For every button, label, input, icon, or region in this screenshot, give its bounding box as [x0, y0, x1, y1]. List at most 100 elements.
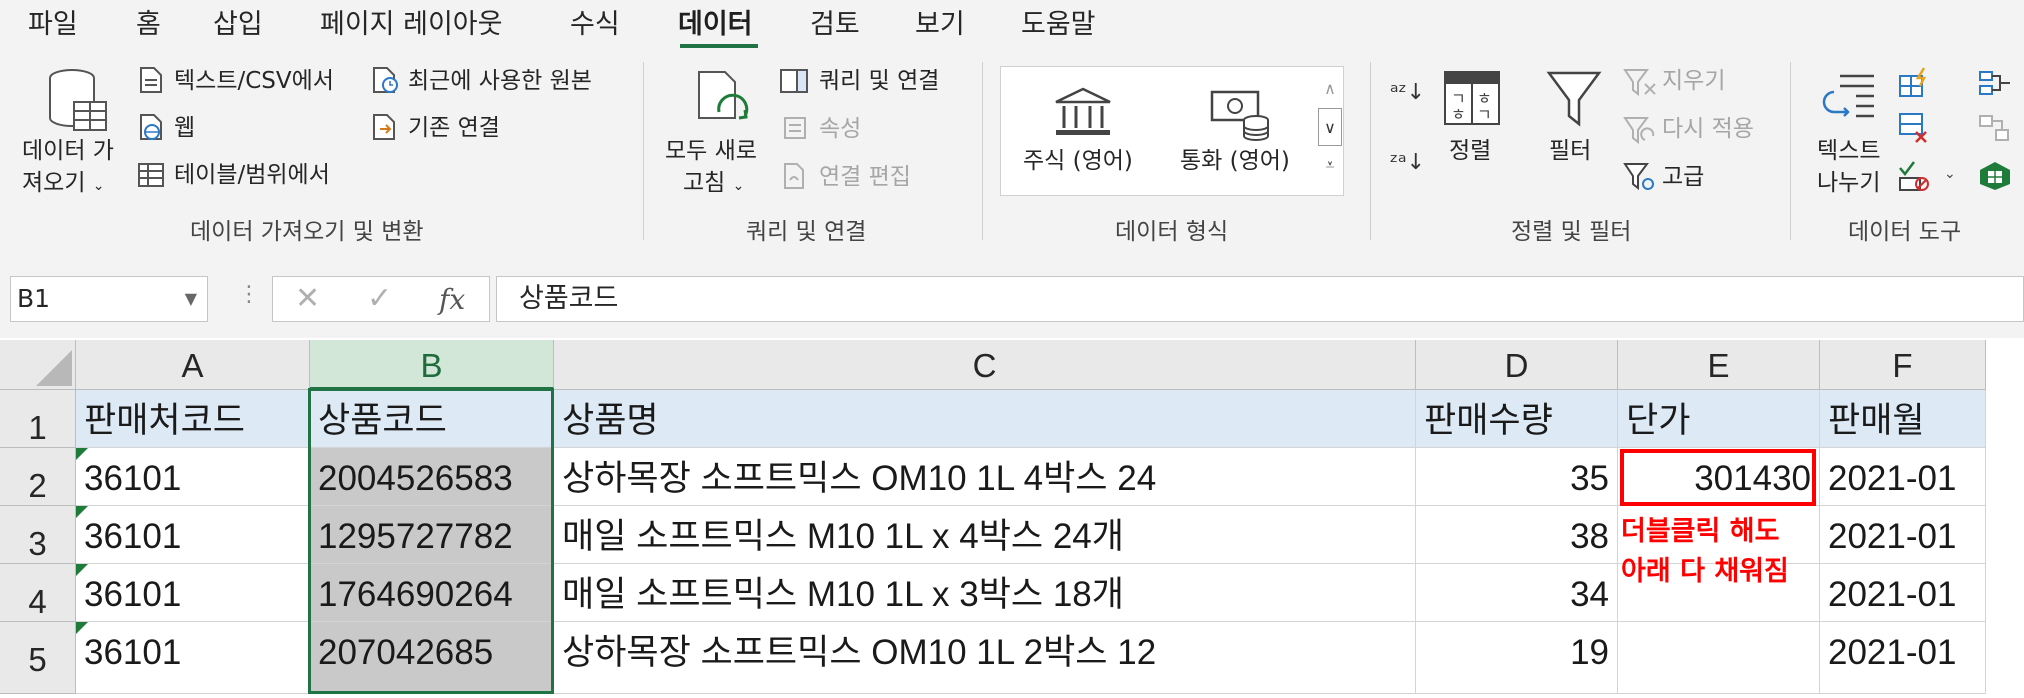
group-separator [982, 62, 983, 240]
group-label-queries: 쿼리 및 연결 [746, 219, 867, 245]
row-header-2[interactable]: 2 [0, 448, 76, 506]
formula-bar-grip-icon[interactable]: ⋮ [238, 282, 260, 307]
cell-d2[interactable]: 35 [1416, 448, 1618, 506]
cell-a2[interactable]: 36101 [76, 448, 310, 506]
group-label-sort-filter: 정렬 및 필터 [1511, 219, 1632, 245]
from-text-csv-label: 텍스트/CSV에서 [174, 68, 334, 94]
group-separator [643, 62, 644, 240]
text-file-icon [140, 67, 162, 93]
cell-b2[interactable]: 2004526583 [310, 448, 554, 506]
error-indicator-icon [76, 564, 88, 576]
cell-a5[interactable]: 36101 [76, 622, 310, 694]
group-label-data-tools: 데이터 도구 [1848, 219, 1962, 245]
gallery-down-button[interactable]: ∨ [1318, 108, 1342, 146]
gallery-more-button[interactable]: ⩡ [1318, 146, 1342, 184]
tab-data[interactable]: 데이터 [678, 8, 753, 42]
edit-links-label: 연결 편집 [819, 164, 911, 190]
tab-page-layout[interactable]: 페이지 레이아웃 [320, 8, 502, 42]
cell-c3[interactable]: 매일 소프트믹스 M10 1L x 4박스 24개 [554, 506, 1416, 564]
currencies-label: 통화 (영어) [1180, 148, 1290, 174]
queries-connections-label: 쿼리 및 연결 [819, 68, 940, 94]
data-validation-icon [1899, 161, 1929, 191]
cancel-icon[interactable]: ✕ [295, 281, 320, 316]
insert-function-button[interactable]: fx [439, 283, 465, 316]
clear-filter-icon [1623, 69, 1656, 97]
tab-insert[interactable]: 삽입 [213, 8, 263, 42]
cell-a3[interactable]: 36101 [76, 506, 310, 564]
cell-f2[interactable]: 2021-01 [1820, 448, 1986, 506]
tab-view[interactable]: 보기 [915, 8, 965, 42]
select-all-corner[interactable] [0, 340, 76, 390]
bank-icon [1055, 87, 1111, 135]
formula-buttons: ✕ ✓ fx [272, 276, 490, 322]
column-header-c[interactable]: C [554, 340, 1416, 390]
cell-b5[interactable]: 207042685 [310, 622, 554, 694]
column-header-a[interactable]: A [76, 340, 310, 390]
cell-d5[interactable]: 19 [1416, 622, 1618, 694]
select-all-triangle-icon [36, 350, 72, 386]
formula-input[interactable]: 상품코드 [496, 276, 2024, 322]
data-model-icon [1980, 162, 2010, 190]
group-label-get-transform: 데이터 가져오기 및 변환 [190, 219, 424, 245]
currency-icon [1210, 90, 1269, 141]
cell-e5[interactable] [1618, 622, 1820, 694]
svg-text:ㄱ: ㄱ [1477, 105, 1492, 124]
recent-sources-icon [373, 67, 398, 93]
tab-home[interactable]: 홈 [136, 8, 161, 42]
error-indicator-icon [76, 622, 88, 634]
tab-help[interactable]: 도움말 [1021, 8, 1096, 42]
cell-b1[interactable]: 상품코드 [310, 390, 554, 448]
cell-d3[interactable]: 38 [1416, 506, 1618, 564]
cell-d1[interactable]: 판매수량 [1416, 390, 1618, 448]
name-box-dropdown-icon[interactable]: ▼ [185, 277, 197, 321]
cell-f5[interactable]: 2021-01 [1820, 622, 1986, 694]
cell-a4[interactable]: 36101 [76, 564, 310, 622]
row-header-5[interactable]: 5 [0, 622, 76, 694]
cell-c4[interactable]: 매일 소프트믹스 M10 1L x 3박스 18개 [554, 564, 1416, 622]
clear-label: 지우기 [1662, 68, 1726, 94]
recent-sources-label: 최근에 사용한 원본 [408, 68, 592, 94]
formula-bar: B1 ▼ ⋮ ✕ ✓ fx 상품코드 [0, 246, 2024, 338]
row-header-3[interactable]: 3 [0, 506, 76, 564]
cell-b4[interactable]: 1764690264 [310, 564, 554, 622]
group-separator [1370, 62, 1371, 240]
tab-review[interactable]: 검토 [810, 8, 860, 42]
row-header-4[interactable]: 4 [0, 564, 76, 622]
cell-c2[interactable]: 상하목장 소프트믹스 OM10 1L 4박스 24 [554, 448, 1416, 506]
tab-file[interactable]: 파일 [28, 8, 78, 42]
cell-a1[interactable]: 판매처코드 [76, 390, 310, 448]
column-header-d[interactable]: D [1416, 340, 1618, 390]
error-indicator-icon [76, 448, 88, 460]
tab-formulas[interactable]: 수식 [570, 8, 620, 42]
flash-fill-icon [1899, 67, 1927, 97]
gallery-up-button[interactable]: ∧ [1318, 70, 1342, 108]
filter-label: 필터 [1549, 138, 1592, 164]
web-icon [140, 114, 162, 140]
cell-c5[interactable]: 상하목장 소프트믹스 OM10 1L 2박스 12 [554, 622, 1416, 694]
cell-f3[interactable]: 2021-01 [1820, 506, 1986, 564]
cell-e1[interactable]: 단가 [1618, 390, 1820, 448]
refresh-all-label-1: 모두 새로 [665, 138, 757, 164]
cell-f1[interactable]: 판매월 [1820, 390, 1986, 448]
cell-b3[interactable]: 1295727782 [310, 506, 554, 564]
column-header-f[interactable]: F [1820, 340, 1986, 390]
active-tab-indicator [680, 44, 758, 48]
edit-links-icon [784, 163, 804, 189]
ribbon: 데이터 가 져오기 ⌄ 텍스트/CSV에서 웹 테이블/범위에서 최근에 사용한… [0, 50, 2024, 247]
properties-label: 속성 [819, 116, 862, 142]
column-header-b[interactable]: B [310, 340, 554, 390]
text-to-columns-icon [1822, 74, 1874, 118]
reapply-icon [1623, 117, 1655, 145]
group-separator [1790, 62, 1791, 240]
row-header-1[interactable]: 1 [0, 390, 76, 448]
annotation-line-2: 아래 다 채워짐 [1621, 556, 1789, 587]
text-to-columns-label-1: 텍스트 [1817, 138, 1881, 164]
name-box[interactable]: B1 ▼ [10, 276, 208, 322]
column-header-e[interactable]: E [1618, 340, 1820, 390]
enter-icon[interactable]: ✓ [367, 281, 392, 316]
cell-c1[interactable]: 상품명 [554, 390, 1416, 448]
cell-f4[interactable]: 2021-01 [1820, 564, 1986, 622]
cell-d4[interactable]: 34 [1416, 564, 1618, 622]
remove-duplicates-icon [1899, 113, 1927, 143]
text-to-columns-label-2: 나누기 [1817, 170, 1881, 196]
